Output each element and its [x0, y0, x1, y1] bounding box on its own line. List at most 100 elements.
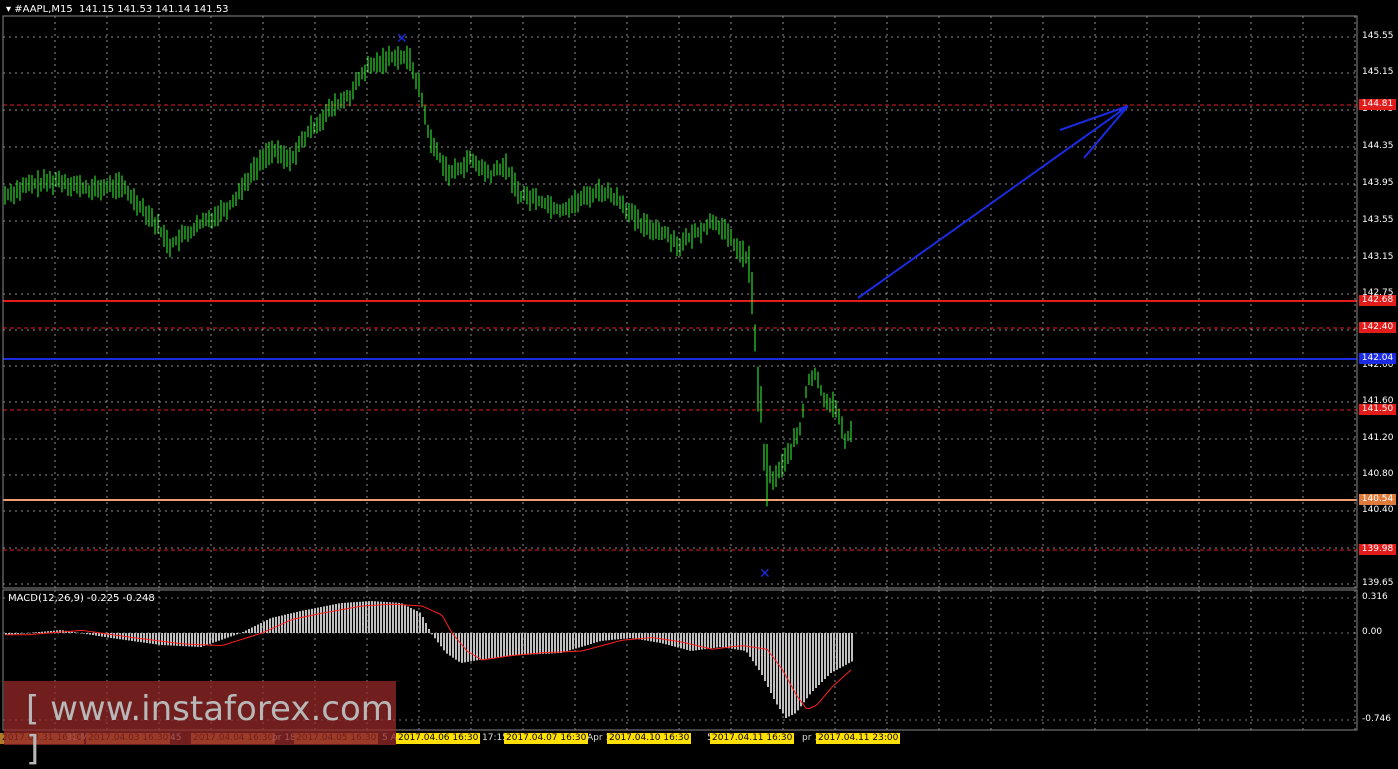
macd-bar	[401, 603, 403, 633]
macd-bar	[374, 601, 376, 633]
macd-bar	[227, 633, 229, 638]
macd-bar	[668, 633, 670, 646]
macd-bar	[428, 629, 430, 633]
macd-bar	[317, 607, 319, 633]
macd-bar	[473, 633, 475, 661]
price-axis-label: 144.35	[1362, 141, 1394, 151]
macd-bar	[842, 633, 844, 667]
macd-bar	[299, 611, 301, 633]
macd-bar	[245, 630, 247, 633]
macd-bar	[389, 602, 391, 633]
macd-bar	[86, 633, 88, 635]
macd-bar	[689, 633, 691, 651]
macd-bar	[449, 633, 451, 656]
macd-bar	[92, 633, 94, 636]
macd-axis-label: 0.316	[1362, 592, 1388, 602]
macd-bar	[221, 633, 223, 640]
chart-header: ▾ #AAPL,M15 141.15 141.53 141.14 141.53	[6, 4, 229, 15]
macd-bar	[611, 633, 613, 640]
macd-bar	[467, 633, 469, 662]
macd-bar	[173, 633, 175, 646]
macd-bar	[38, 632, 40, 633]
macd-bar	[629, 633, 631, 639]
time-axis-label: 2017.04.06 16:30	[396, 733, 481, 744]
price-axis-label: 145.15	[1362, 67, 1394, 77]
price-axis-label: 143.55	[1362, 215, 1394, 225]
macd-bar	[425, 623, 427, 633]
macd-bar	[155, 633, 157, 645]
macd-bar	[416, 611, 418, 633]
level-price-tag: 141.50	[1359, 404, 1396, 415]
macd-bar	[605, 633, 607, 641]
low-marker-icon: ✕	[759, 566, 771, 582]
macd-bar	[737, 633, 739, 650]
macd-bar	[560, 633, 562, 653]
macd-bar	[419, 612, 421, 633]
macd-bar	[830, 633, 832, 673]
macd-bar	[695, 633, 697, 651]
macd-bar	[23, 633, 25, 634]
macd-bar	[422, 617, 424, 633]
price-axis-label: 139.65	[1362, 578, 1394, 588]
macd-bar	[398, 602, 400, 633]
macd-bar	[326, 605, 328, 633]
price-axis-label: 145.55	[1362, 31, 1394, 41]
macd-bar	[755, 633, 757, 666]
macd-bar	[530, 633, 532, 655]
level-price-tag: 140.54	[1359, 494, 1396, 505]
macd-bar	[545, 633, 547, 654]
macd-bar	[851, 633, 853, 662]
macd-bar	[773, 633, 775, 699]
macd-bar	[446, 633, 448, 654]
macd-bar	[323, 606, 325, 633]
macd-bar	[485, 633, 487, 659]
chart-canvas[interactable]: ✕ ✕	[0, 0, 1398, 750]
macd-bar	[569, 633, 571, 651]
macd-bar	[767, 633, 769, 687]
macd-bar	[674, 633, 676, 647]
macd-bar	[272, 617, 274, 633]
macd-bar	[269, 618, 271, 633]
time-axis-label: 2017.04.07 16:30	[504, 733, 589, 744]
macd-bar	[554, 633, 556, 654]
macd-bar	[95, 633, 97, 636]
macd-bar	[800, 633, 802, 707]
macd-bar	[716, 633, 718, 648]
macd-bar	[71, 631, 73, 633]
macd-bar	[533, 633, 535, 655]
macd-bar	[482, 633, 484, 660]
macd-bar	[788, 633, 790, 717]
macd-bar	[500, 633, 502, 657]
macd-bar	[113, 633, 115, 639]
macd-bar	[821, 633, 823, 682]
macd-bar	[635, 633, 637, 639]
macd-bar	[170, 633, 172, 646]
macd-bar	[794, 633, 796, 714]
macd-bar	[290, 613, 292, 633]
macd-bar	[257, 624, 259, 633]
macd-bar	[836, 633, 838, 670]
macd-bar	[41, 631, 43, 633]
macd-bar	[740, 633, 742, 651]
macd-bar	[587, 633, 589, 645]
macd-bar	[344, 602, 346, 633]
macd-bar	[470, 633, 472, 662]
macd-bar	[815, 633, 817, 688]
macd-bar	[548, 633, 550, 654]
macd-bar	[80, 633, 82, 634]
macd-bar	[230, 633, 232, 637]
macd-bar	[233, 633, 235, 636]
macd-bar	[572, 633, 574, 650]
macd-bar	[647, 633, 649, 641]
macd-bar	[251, 627, 253, 633]
macd-bar	[209, 633, 211, 644]
macd-bar	[293, 612, 295, 633]
macd-bar	[314, 608, 316, 633]
macd-bar	[254, 626, 256, 633]
macd-bar	[32, 632, 34, 634]
macd-bar	[275, 616, 277, 633]
macd-bar	[203, 633, 205, 646]
macd-bar	[20, 633, 22, 634]
macd-bar	[527, 633, 529, 655]
macd-bar	[677, 633, 679, 648]
